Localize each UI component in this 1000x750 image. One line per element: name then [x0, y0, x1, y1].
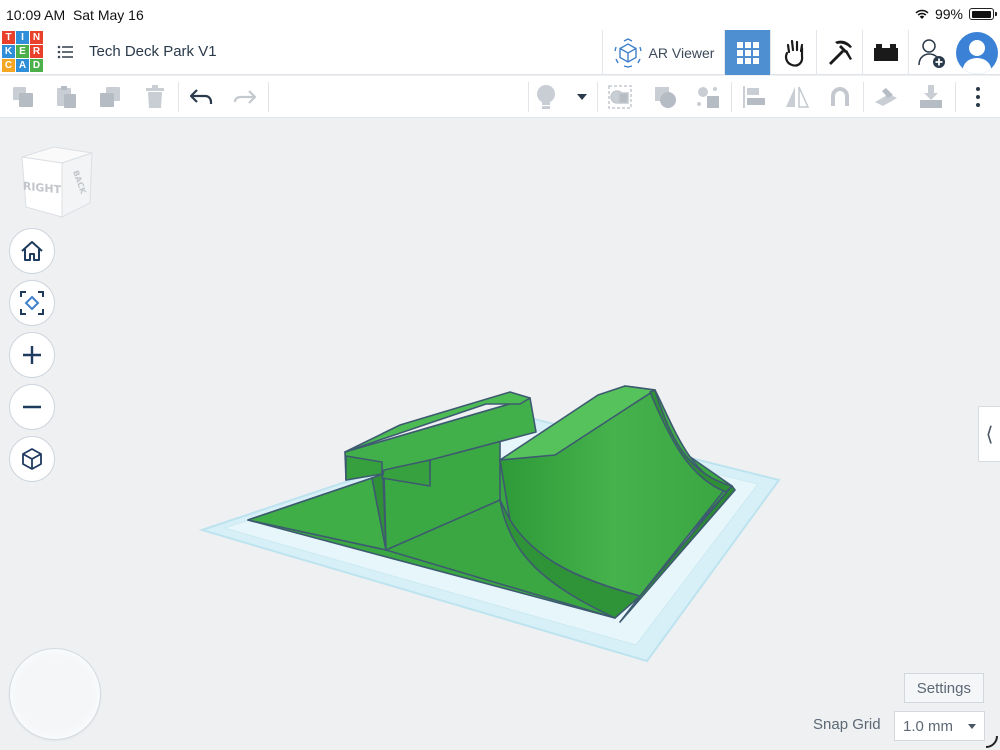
workplane-icon [875, 88, 897, 106]
duplicate-button[interactable] [90, 76, 130, 118]
3d-design-button[interactable] [724, 30, 770, 75]
wifi-icon [915, 9, 929, 19]
redo-icon [233, 90, 257, 104]
logo-letter: R [30, 45, 43, 58]
group-icon [608, 85, 632, 109]
design-menu-icon[interactable] [56, 42, 76, 62]
undo-icon [189, 89, 213, 104]
design-title[interactable]: Tech Deck Park V1 [89, 43, 217, 60]
duplicate-icon [100, 87, 120, 107]
ungroup-icon [655, 87, 676, 108]
ar-cube-icon [613, 37, 642, 68]
logo-letter: I [16, 31, 29, 44]
battery-percent: 99% [934, 6, 963, 22]
more-icon [976, 87, 980, 107]
bricks-button[interactable] [816, 30, 862, 75]
settings-button[interactable]: Settings [903, 673, 984, 703]
app-header: TIN KER CAD Tech Deck Park V1 AR Viewer [0, 30, 1000, 75]
mirror-button[interactable] [777, 76, 817, 118]
add-user-icon [917, 38, 945, 68]
chevron-left-icon: ⟨ [985, 423, 994, 446]
battery-icon [969, 8, 997, 20]
workplane-scene[interactable] [0, 119, 1000, 750]
light-bulb-icon [537, 85, 555, 109]
status-time: 10:09 AM Sat May 16 [6, 7, 144, 23]
align-icon [743, 86, 765, 108]
group-button[interactable] [600, 76, 640, 118]
paste-button[interactable] [46, 76, 86, 118]
cruise-icon [831, 87, 849, 106]
caret-down-icon [968, 724, 976, 729]
blocks-button[interactable] [770, 30, 816, 75]
ar-viewer-button[interactable]: AR Viewer [602, 30, 724, 75]
workplane-button[interactable] [866, 76, 906, 118]
logo-letter: A [16, 59, 29, 72]
undo-button[interactable] [181, 76, 221, 118]
ar-viewer-label: AR Viewer [648, 44, 715, 61]
snap-grid-value: 1.0 mm [903, 717, 954, 735]
cruise-button[interactable] [820, 76, 860, 118]
import-button[interactable] [911, 76, 951, 118]
grid-view-icon [736, 41, 759, 64]
redo-button[interactable] [225, 76, 265, 118]
fragment-icon [697, 87, 719, 108]
logo-letter: K [2, 45, 15, 58]
delete-button[interactable] [135, 76, 175, 118]
shape-panel-toggle[interactable]: ⟨ [978, 406, 1000, 462]
brick-icon [873, 43, 898, 61]
snap-grid-select[interactable]: 1.0 mm [894, 711, 985, 741]
delete-icon [146, 85, 164, 108]
more-options-button[interactable] [958, 76, 998, 118]
avatar [956, 31, 998, 74]
invite-button[interactable] [908, 30, 954, 75]
snap-grid-label: Snap Grid [813, 716, 881, 733]
pickaxe-icon [828, 40, 852, 65]
hand-icon [784, 39, 803, 67]
account-button[interactable] [954, 30, 1000, 75]
edit-toolbar [0, 76, 1000, 118]
copy-button[interactable] [3, 76, 43, 118]
logo-letter: N [30, 31, 43, 44]
logo-letter: T [2, 31, 15, 44]
logo-letter: D [30, 59, 43, 72]
3d-viewport[interactable]: RIGHT BACK ⟨ Settings Snap Grid 1.0 mm [0, 119, 1000, 750]
light-dropdown-button[interactable] [562, 76, 602, 118]
copy-icon [13, 87, 33, 107]
navigation-joystick[interactable] [9, 648, 101, 740]
fragment-button[interactable] [688, 76, 728, 118]
tinkercad-logo[interactable]: TIN KER CAD [2, 31, 43, 72]
dropdown-caret-icon [577, 94, 587, 100]
lego-button[interactable] [862, 30, 908, 75]
ungroup-button[interactable] [645, 76, 685, 118]
paste-icon [57, 86, 76, 108]
import-icon [920, 85, 942, 108]
light-button[interactable] [526, 76, 566, 118]
ios-status-bar: 10:09 AM Sat May 16 99% [0, 0, 1000, 30]
logo-letter: C [2, 59, 15, 72]
mirror-icon [786, 86, 810, 108]
align-button[interactable] [734, 76, 774, 118]
logo-letter: E [16, 45, 29, 58]
